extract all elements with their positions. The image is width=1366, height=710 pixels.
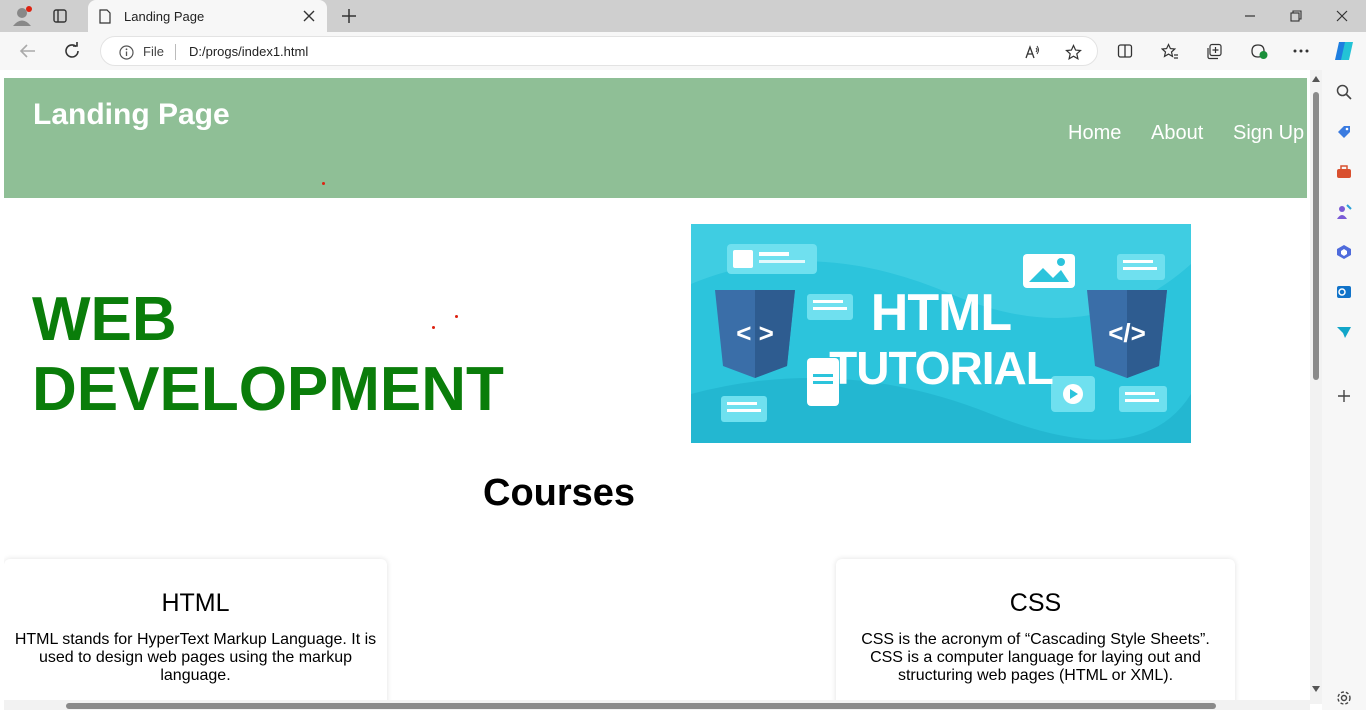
more-icon[interactable] bbox=[1292, 42, 1310, 60]
office-icon[interactable] bbox=[1334, 242, 1354, 262]
shopping-icon[interactable] bbox=[1334, 122, 1354, 142]
tab-title: Landing Page bbox=[124, 9, 205, 24]
favorites-icon[interactable] bbox=[1160, 42, 1180, 60]
courses-heading: Courses bbox=[483, 472, 636, 514]
site-logo[interactable]: Landing Page bbox=[33, 98, 230, 132]
side-panel bbox=[1322, 70, 1366, 710]
tab-actions-icon[interactable] bbox=[50, 7, 70, 25]
window-close-icon[interactable] bbox=[1334, 8, 1350, 24]
address-separator bbox=[175, 44, 176, 60]
address-scheme: File bbox=[143, 44, 164, 59]
info-icon[interactable] bbox=[118, 44, 134, 60]
new-tab-icon[interactable] bbox=[340, 6, 358, 26]
horizontal-scrollbar-thumb[interactable] bbox=[66, 703, 1216, 709]
banner-left-code: < > bbox=[736, 318, 774, 348]
outlook-icon[interactable] bbox=[1334, 282, 1354, 302]
course-card-title: CSS bbox=[1009, 589, 1062, 617]
html-tutorial-banner: < > </> HTML TUTORIAL bbox=[691, 224, 1191, 443]
banner-line2: TUTORIAL bbox=[829, 342, 1053, 394]
tools-icon[interactable] bbox=[1334, 162, 1354, 182]
address-url[interactable]: D:/progs/index1.html bbox=[189, 44, 308, 59]
nav-sign-up[interactable]: Sign Up bbox=[1233, 122, 1304, 145]
close-icon[interactable] bbox=[302, 9, 316, 23]
split-screen-icon[interactable] bbox=[1116, 42, 1134, 60]
banner-right-code: </> bbox=[1108, 318, 1146, 348]
read-aloud-icon[interactable] bbox=[1023, 43, 1041, 61]
tab-landing-page[interactable]: Landing Page bbox=[88, 0, 327, 32]
search-icon[interactable] bbox=[1334, 82, 1354, 102]
hero-title: WEB DEVELOPMENT bbox=[32, 285, 504, 425]
send-icon[interactable] bbox=[1334, 322, 1354, 342]
course-card-title: HTML bbox=[161, 589, 230, 617]
course-card-description: CSS is the acronym of “Cascading Style S… bbox=[861, 631, 1210, 684]
refresh-icon[interactable] bbox=[62, 41, 82, 61]
minimize-icon[interactable] bbox=[1242, 8, 1258, 24]
hero-title-line2: DEVELOPMENT bbox=[32, 355, 504, 424]
horizontal-scrollbar[interactable] bbox=[4, 700, 1310, 710]
collections-icon[interactable] bbox=[1205, 42, 1223, 60]
vertical-scrollbar[interactable] bbox=[1310, 70, 1322, 704]
nav-about[interactable]: About bbox=[1151, 122, 1203, 145]
restore-icon[interactable] bbox=[1288, 8, 1304, 24]
vertical-scrollbar-thumb[interactable] bbox=[1313, 92, 1319, 380]
back-icon[interactable] bbox=[18, 41, 38, 61]
course-card-css[interactable]: CSS CSS is the acronym of “Cascading Sty… bbox=[836, 559, 1235, 710]
games-icon[interactable] bbox=[1334, 202, 1354, 222]
profile-icon[interactable] bbox=[10, 5, 34, 27]
page-icon bbox=[98, 8, 112, 24]
red-dot-marker bbox=[322, 182, 325, 185]
nav-home[interactable]: Home bbox=[1068, 122, 1121, 145]
hero-title-line1: WEB bbox=[32, 285, 177, 354]
address-bar[interactable]: File D:/progs/index1.html bbox=[100, 36, 1098, 66]
page-viewport: Landing Page Home About Sign Up WEB DEVE… bbox=[4, 70, 1322, 710]
course-card-html[interactable]: HTML HTML stands for HyperText Markup La… bbox=[4, 559, 387, 710]
course-card-description: HTML stands for HyperText Markup Languag… bbox=[14, 631, 377, 684]
copilot-icon[interactable] bbox=[1332, 40, 1356, 62]
extensions-icon[interactable] bbox=[1249, 42, 1269, 60]
settings-icon[interactable] bbox=[1334, 688, 1354, 708]
banner-line1: HTML bbox=[871, 284, 1012, 342]
site-header: Landing Page Home About Sign Up bbox=[4, 78, 1307, 198]
tab-bar: Landing Page bbox=[0, 0, 1366, 32]
add-icon[interactable] bbox=[1334, 386, 1354, 406]
favorite-icon[interactable] bbox=[1064, 43, 1082, 61]
